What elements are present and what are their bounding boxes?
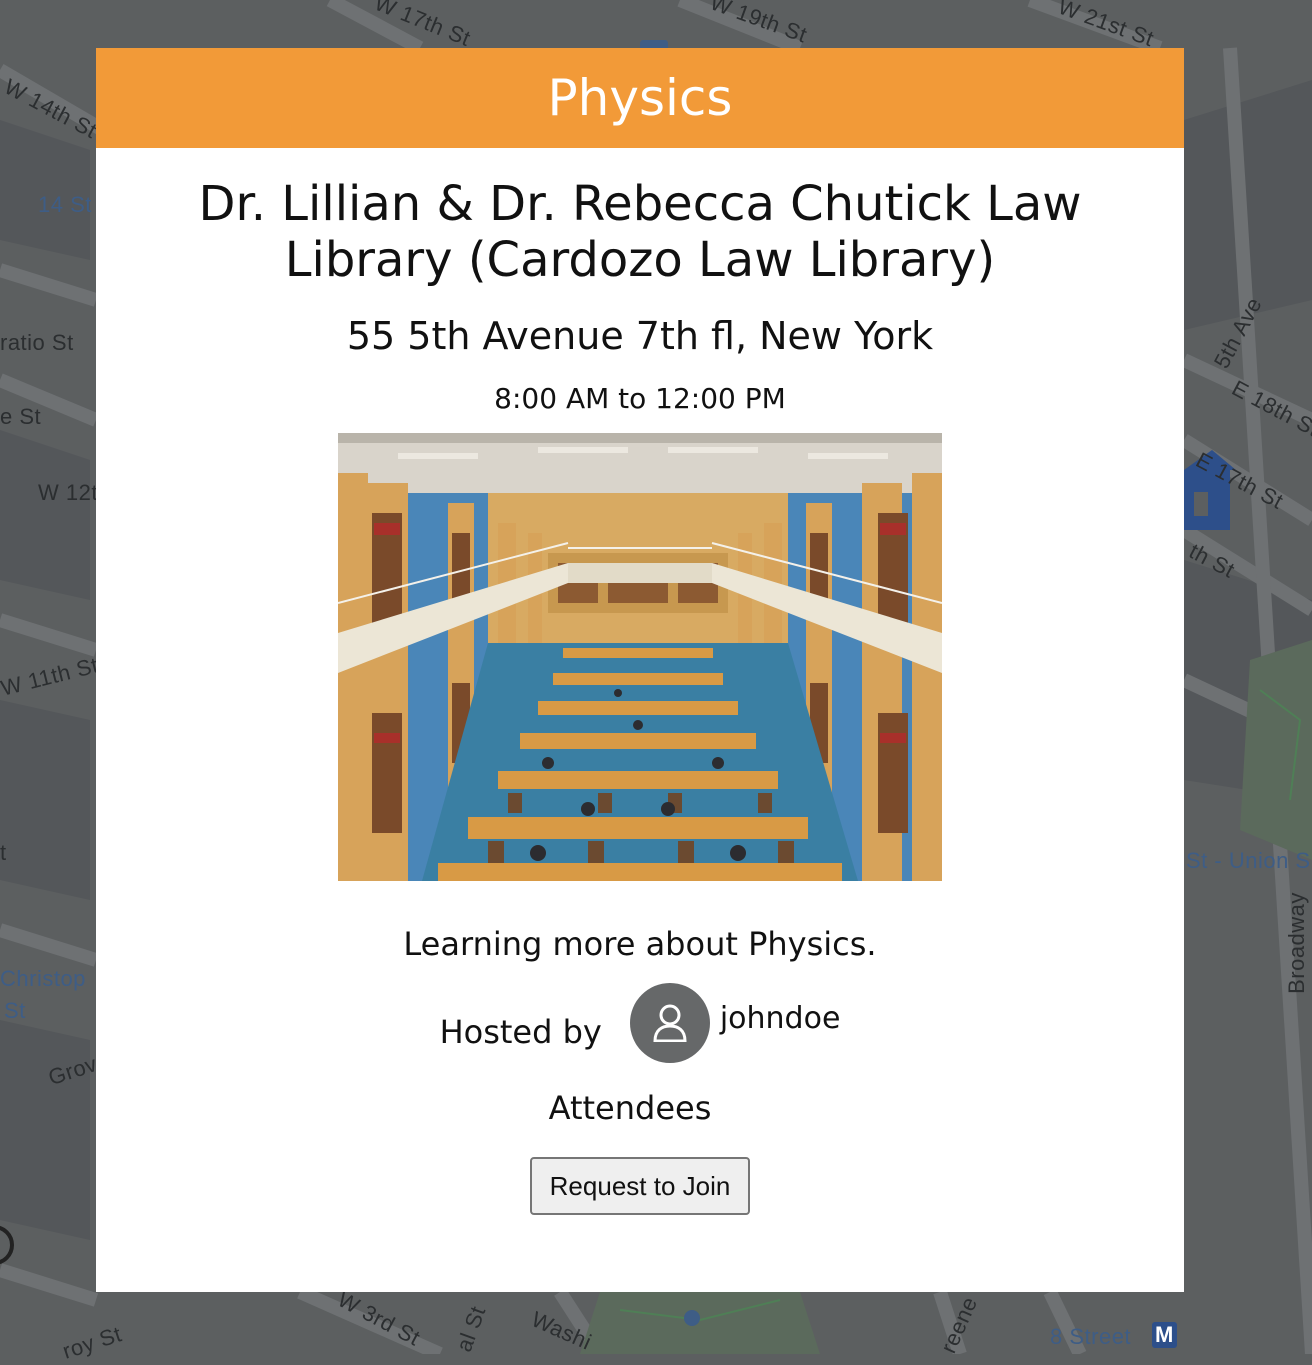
map-street-label: e St <box>0 404 42 429</box>
event-detail-modal: Physics Dr. Lillian & Dr. Rebecca Chutic… <box>96 48 1184 1292</box>
hosted-by-label: Hosted by <box>439 1013 602 1051</box>
venue-name: Dr. Lillian & Dr. Rebecca Chutick Law Li… <box>198 176 1082 288</box>
host-username[interactable]: johndoe <box>720 1001 841 1036</box>
join-button-wrap: Request to Join <box>96 1157 1184 1215</box>
user-icon <box>653 1004 687 1042</box>
venue-address: 55 5th Avenue 7th fl, New York <box>346 314 934 358</box>
event-time-range: 8:00 AM to 12:00 PM <box>494 382 786 415</box>
map-street-label: W 12t <box>38 480 98 505</box>
modal-header: Physics <box>96 48 1184 148</box>
venue-photo <box>338 433 942 881</box>
request-to-join-button[interactable]: Request to Join <box>530 1157 750 1215</box>
map-transit-label: 8 Street <box>1050 1324 1132 1349</box>
map-street-label: t <box>0 840 7 865</box>
map-transit-icon: M <box>1152 1322 1177 1348</box>
attendees-heading: Attendees <box>548 1089 712 1127</box>
event-description: Learning more about Physics. <box>403 925 877 963</box>
map-place-label: Christop <box>0 966 86 991</box>
map-street-label: Broadway <box>1283 892 1309 994</box>
map-transit-label: 14 St <box>38 192 92 217</box>
event-category-title: Physics <box>547 69 733 127</box>
host-row: Hosted by johndoe <box>96 983 1184 1063</box>
map-transit-label: St - Union S <box>1186 848 1311 873</box>
host-avatar[interactable] <box>629 983 710 1063</box>
map-place-label: St <box>4 998 26 1023</box>
map-street-label: ratio St <box>0 330 74 355</box>
